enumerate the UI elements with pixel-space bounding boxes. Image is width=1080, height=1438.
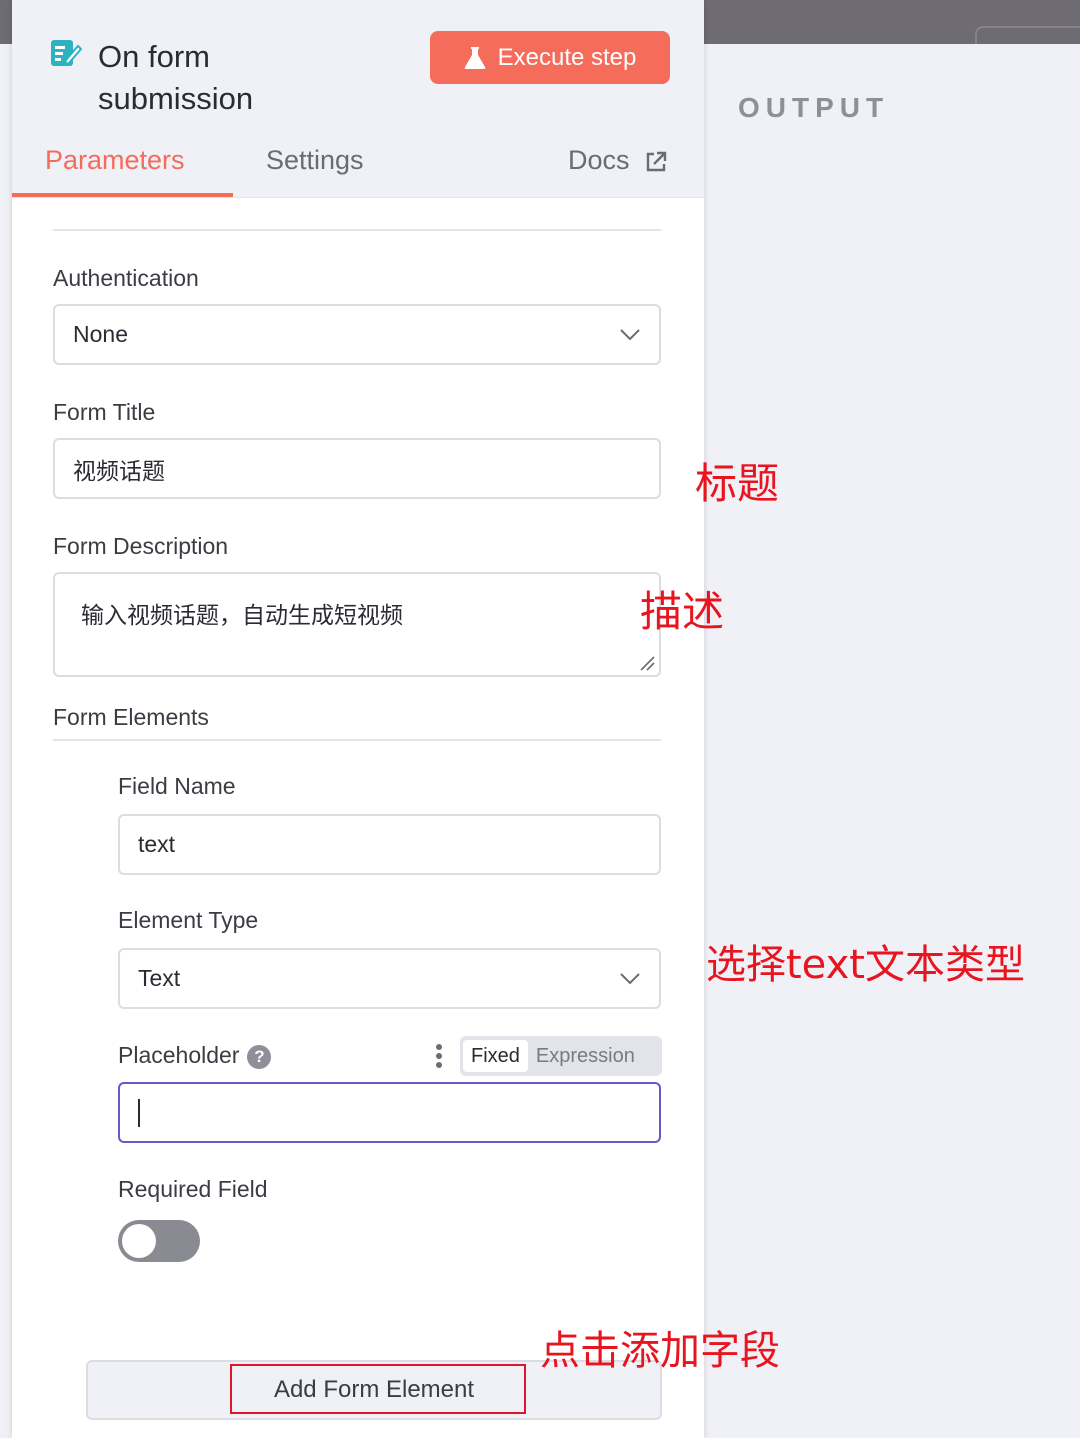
element-type-label: Element Type — [118, 907, 259, 933]
output-label: OUTPUT — [738, 92, 890, 123]
output-area — [702, 44, 1080, 1438]
element-type-value: Text — [138, 965, 181, 991]
form-title-value: 视频话题 — [73, 457, 165, 484]
options-menu-icon[interactable] — [436, 1044, 444, 1071]
flask-icon — [464, 46, 485, 69]
execute-step-button[interactable]: Execute step — [430, 31, 670, 84]
required-field-label: Required Field — [118, 1176, 268, 1202]
required-field-toggle[interactable] — [118, 1220, 200, 1262]
form-description-value: 输入视频话题，自动生成短视频 — [81, 602, 403, 628]
divider — [53, 229, 661, 231]
toggle-knob — [122, 1224, 156, 1258]
field-name-input[interactable]: text — [118, 814, 661, 875]
external-link-icon — [646, 151, 667, 172]
form-description-label: Form Description — [53, 533, 229, 559]
node-panel: On form submission Execute step Paramete… — [12, 0, 704, 1438]
form-elements-label: Form Elements — [53, 704, 209, 730]
text-caret — [138, 1098, 140, 1127]
chevron-down-icon — [620, 972, 640, 984]
form-title-label: Form Title — [53, 399, 156, 425]
annotation-description: 描述 — [640, 587, 725, 636]
tab-docs[interactable]: Docs — [568, 145, 667, 176]
mode-fixed[interactable]: Fixed — [463, 1040, 528, 1072]
form-edit-icon — [51, 40, 82, 66]
mode-expression[interactable]: Expression — [528, 1040, 643, 1072]
tab-parameters[interactable]: Parameters — [45, 145, 185, 176]
form-title-input[interactable]: 视频话题 — [53, 438, 661, 499]
execute-step-label: Execute step — [497, 43, 637, 71]
tab-docs-label: Docs — [568, 145, 630, 175]
node-title: On form submission — [98, 36, 398, 120]
annotation-title: 标题 — [695, 459, 780, 508]
placeholder-input[interactable] — [118, 1082, 661, 1143]
annotation-add: 点击添加字段 — [540, 1328, 780, 1374]
tab-active-indicator — [12, 193, 233, 197]
node-title-line2: submission — [98, 81, 254, 116]
field-name-label: Field Name — [118, 773, 236, 799]
authentication-label: Authentication — [53, 265, 199, 291]
divider — [53, 739, 661, 741]
panel-header: On form submission Execute step Paramete… — [12, 0, 704, 198]
annotation-highlight-box — [230, 1364, 526, 1414]
tab-settings[interactable]: Settings — [266, 145, 364, 176]
authentication-value: None — [73, 321, 128, 347]
node-title-line1: On form — [98, 39, 210, 74]
field-name-value: text — [138, 831, 176, 857]
authentication-select[interactable]: None — [53, 304, 661, 365]
fixed-expression-toggle: Fixed Expression — [460, 1036, 662, 1076]
annotation-type: 选择text文本类型 — [706, 942, 1025, 988]
placeholder-label-text: Placeholder — [118, 1042, 240, 1068]
placeholder-label: Placeholder? — [118, 1042, 272, 1069]
element-type-select[interactable]: Text — [118, 948, 661, 1009]
chevron-down-icon — [620, 328, 640, 340]
form-description-textarea[interactable]: 输入视频话题，自动生成短视频 — [53, 572, 661, 677]
help-icon[interactable]: ? — [247, 1044, 272, 1069]
resize-handle-icon[interactable] — [639, 655, 655, 671]
